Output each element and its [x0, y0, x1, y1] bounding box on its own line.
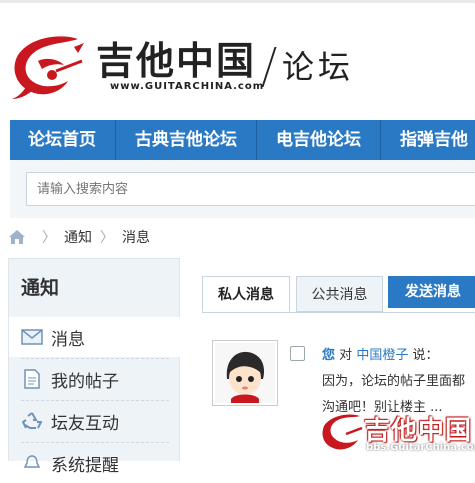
sidebar-item-label: 消息: [51, 329, 85, 350]
message-sender-link[interactable]: 中国橙子: [356, 348, 408, 363]
logo-title[interactable]: 吉他中国: [96, 39, 256, 83]
nav-item-classical-guitar[interactable]: 古典吉他论坛: [116, 120, 257, 160]
breadcrumb-item-messages: 消息: [122, 230, 150, 246]
sidebar-item-label: 坛友互动: [51, 413, 119, 434]
sidebar-item-my-posts[interactable]: 我的帖子: [9, 359, 179, 399]
chevron-right-icon: 〉: [42, 230, 56, 246]
guitar-dragon-logo-icon[interactable]: [8, 31, 88, 101]
logo-separator: [261, 47, 277, 87]
message-body-line1: 因为，论坛的帖子里面都: [322, 374, 466, 389]
document-icon: [21, 369, 43, 389]
main-nav: 论坛首页 古典吉他论坛 电吉他论坛 指弹吉他: [10, 120, 475, 160]
recycle-icon: [21, 411, 43, 431]
sidebar: 通知 消息 我的帖子 坛友互动 系统提醒: [8, 258, 181, 476]
watermark-logo-icon: [322, 414, 363, 450]
search-box: [26, 172, 475, 206]
search-input[interactable]: [27, 173, 475, 205]
sidebar-item-system-alerts[interactable]: 系统提醒: [9, 443, 179, 483]
nav-item-electric-guitar[interactable]: 电吉他论坛: [257, 120, 381, 160]
sidebar-item-label: 系统提醒: [51, 455, 119, 476]
sidebar-item-label: 我的帖子: [51, 371, 119, 392]
logo-url: www.GUITARCHINA.com: [110, 81, 265, 92]
breadcrumb: 〉 通知 〉 消息: [8, 226, 150, 248]
watermark: 吉他中国 bbs.GuitarChina.com: [320, 408, 475, 458]
nav-item-forum-home[interactable]: 论坛首页: [10, 120, 116, 160]
avatar[interactable]: [212, 340, 278, 406]
watermark-url: bbs.GuitarChina.com: [366, 442, 475, 453]
home-icon[interactable]: [8, 228, 26, 246]
sidebar-item-interaction[interactable]: 坛友互动: [9, 401, 179, 441]
site-header: 吉他中国 www.GUITARCHINA.com 论坛: [0, 3, 475, 120]
envelope-icon: [21, 327, 43, 347]
breadcrumb-item-notify[interactable]: 通知: [64, 227, 92, 247]
chevron-right-icon: 〉: [100, 230, 114, 246]
message-said: 说：: [412, 348, 439, 363]
sidebar-item-messages[interactable]: 消息: [9, 317, 181, 357]
search-bar: [10, 160, 475, 218]
bell-icon: [21, 453, 43, 473]
message-header: 您 对 中国橙子 说：: [322, 344, 438, 363]
send-message-button[interactable]: 发送消息: [388, 276, 475, 308]
message-you[interactable]: 您: [322, 348, 335, 363]
logo-section-forum: 论坛: [282, 48, 355, 86]
message-verb: 对: [339, 348, 353, 363]
sidebar-title: 通知: [21, 277, 60, 299]
tab-private-messages[interactable]: 私人消息: [202, 276, 290, 312]
nav-item-fingerstyle[interactable]: 指弹吉他: [381, 120, 475, 160]
message-checkbox[interactable]: [290, 346, 305, 361]
tab-public-messages[interactable]: 公共消息: [296, 276, 383, 312]
